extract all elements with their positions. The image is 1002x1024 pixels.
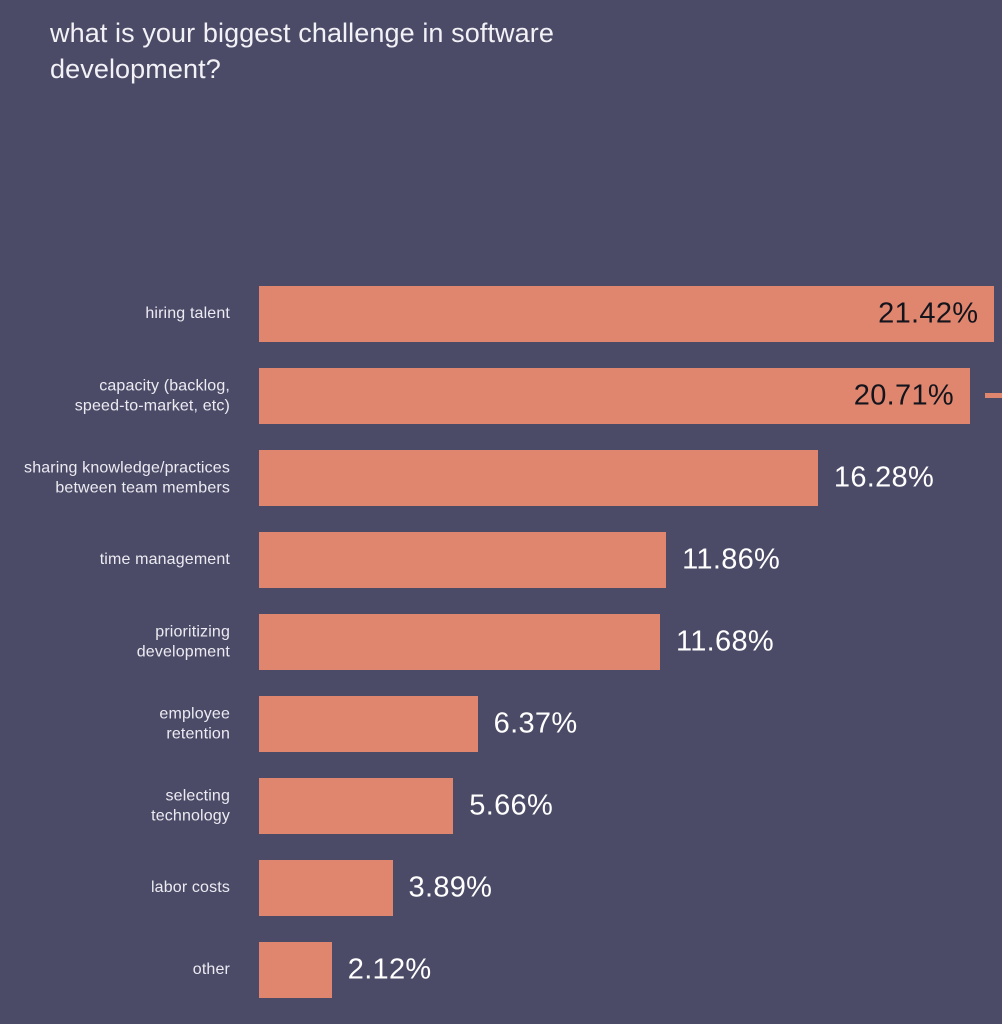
- bar-row: sharing knowledge/practices between team…: [0, 450, 1002, 506]
- category-label: capacity (backlog, speed-to-market, etc): [74, 377, 230, 414]
- plot-area: hiring talent 21.42% capacity (backlog, sp…: [0, 0, 1002, 1024]
- category-label: prioritizing development: [136, 623, 230, 660]
- value-label: 20.71%: [853, 379, 954, 412]
- value-label: 21.42%: [878, 297, 979, 330]
- bar-row: labor costs 3.89%: [0, 860, 1002, 916]
- bar: [259, 532, 667, 588]
- value-label: 6.37%: [493, 707, 578, 740]
- category-label: other: [192, 961, 230, 979]
- edge-marker-line: [985, 393, 1002, 398]
- value-label: 11.68%: [675, 625, 774, 658]
- value-label: 3.89%: [408, 871, 493, 904]
- bar-row: time management 11.86%: [0, 532, 1002, 588]
- bar-row: capacity (backlog, speed-to-market, etc)…: [0, 368, 1002, 424]
- bar-row: other 2.12%: [0, 942, 1002, 998]
- bar-row: employee retention 6.37%: [0, 696, 1002, 752]
- bar-chart: what is your biggest challenge in softwa…: [0, 0, 1002, 1024]
- value-label: 2.12%: [347, 953, 432, 986]
- category-label: sharing knowledge/practices between team…: [24, 459, 230, 496]
- bar: [259, 614, 660, 670]
- bar-row: hiring talent 21.42%: [0, 286, 1002, 342]
- value-label: 5.66%: [469, 789, 554, 822]
- bar: [259, 778, 454, 834]
- bar: [259, 450, 818, 506]
- value-label: 11.86%: [682, 543, 781, 576]
- bar-row: selecting technology 5.66%: [0, 778, 1002, 834]
- category-label: employee retention: [159, 705, 230, 742]
- value-label: 16.28%: [833, 461, 935, 494]
- bar: [259, 860, 393, 916]
- bar-row: prioritizing development 11.68%: [0, 614, 1002, 670]
- category-label: hiring talent: [145, 305, 230, 323]
- bar: [259, 696, 478, 752]
- category-label: time management: [99, 551, 230, 569]
- bar: [259, 942, 332, 998]
- category-label: selecting technology: [151, 787, 230, 824]
- category-label: labor costs: [150, 879, 230, 897]
